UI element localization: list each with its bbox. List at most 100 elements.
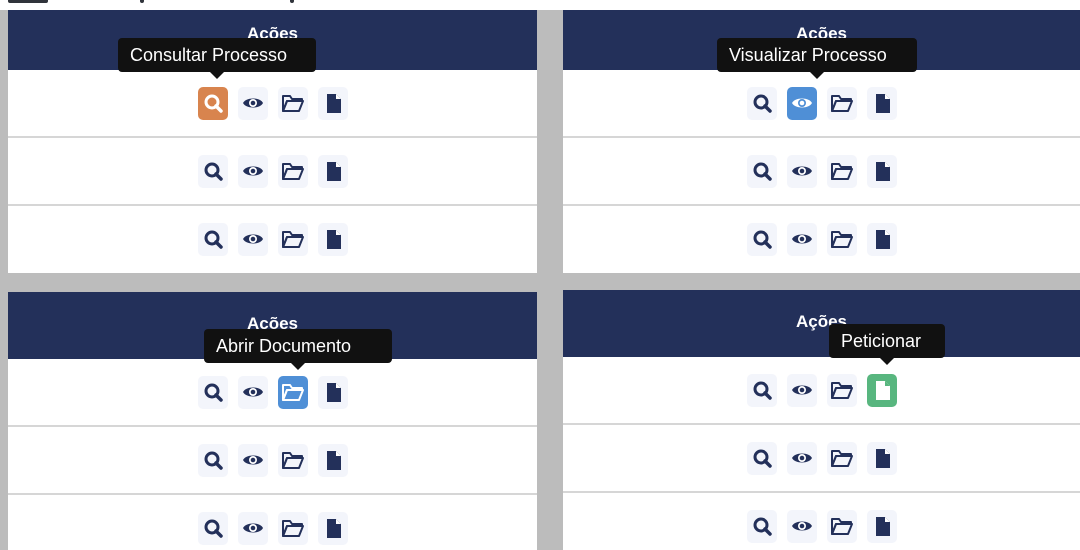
folder-open-icon: [830, 163, 853, 180]
peticionar-button[interactable]: [866, 510, 897, 543]
table-row: [563, 138, 1080, 206]
eye-icon: [791, 453, 812, 463]
tooltip: Peticionar: [829, 324, 945, 358]
table-row: [563, 70, 1080, 138]
table-row: [563, 357, 1080, 425]
peticionar-button[interactable]: [317, 444, 348, 477]
folder-open-icon: [830, 382, 853, 399]
peticionar-button[interactable]: [317, 155, 348, 188]
abrir-documento-button[interactable]: [277, 155, 308, 188]
eye-icon: [242, 234, 263, 244]
consultar-processo-button[interactable]: [746, 442, 777, 475]
search-icon: [753, 230, 772, 249]
table-row: [8, 206, 537, 273]
peticionar-button[interactable]: [866, 155, 897, 188]
tooltip: Consultar Processo: [118, 38, 316, 72]
consultar-processo-button[interactable]: [197, 512, 228, 545]
eye-icon: [242, 455, 263, 465]
peticionar-button[interactable]: [317, 376, 348, 409]
document-icon: [326, 383, 341, 402]
search-icon: [753, 162, 772, 181]
actions-column-header: Ações: [795, 312, 848, 331]
document-icon: [326, 451, 341, 470]
abrir-documento-button[interactable]: [826, 155, 857, 188]
peticionar-button[interactable]: [866, 87, 897, 120]
search-icon: [204, 94, 223, 113]
tooltip: Abrir Documento: [204, 329, 392, 363]
peticionar-button[interactable]: [317, 87, 348, 120]
consultar-processo-button[interactable]: [746, 155, 777, 188]
visualizar-processo-button[interactable]: [786, 155, 817, 188]
visualizar-processo-button[interactable]: [237, 444, 268, 477]
visualizar-processo-button[interactable]: [786, 374, 817, 407]
table-row: [8, 427, 537, 495]
consultar-processo-button[interactable]: [197, 87, 228, 120]
action-icons: [746, 155, 897, 188]
panel-header: Ações: [563, 290, 1080, 357]
folder-open-icon: [281, 163, 304, 180]
document-icon: [875, 94, 890, 113]
strip-mark-2: [140, 0, 144, 3]
document-icon: [326, 94, 341, 113]
document-icon: [326, 162, 341, 181]
action-icons: [197, 223, 348, 256]
eye-icon: [791, 98, 812, 108]
visualizar-processo-button[interactable]: [237, 155, 268, 188]
peticionar-button[interactable]: [317, 512, 348, 545]
peticionar-button[interactable]: [866, 442, 897, 475]
search-icon: [204, 230, 223, 249]
abrir-documento-button[interactable]: [826, 510, 857, 543]
abrir-documento-button[interactable]: [826, 374, 857, 407]
folder-open-icon: [281, 452, 304, 469]
consultar-processo-button[interactable]: [746, 374, 777, 407]
abrir-documento-button[interactable]: [277, 223, 308, 256]
consultar-processo-button[interactable]: [197, 444, 228, 477]
document-icon: [875, 449, 890, 468]
search-icon: [204, 519, 223, 538]
top-strip: [0, 0, 1080, 10]
abrir-documento-button[interactable]: [826, 223, 857, 256]
peticionar-button[interactable]: [317, 223, 348, 256]
search-icon: [204, 162, 223, 181]
peticionar-button[interactable]: [866, 374, 897, 407]
folder-open-icon: [830, 95, 853, 112]
document-icon: [875, 230, 890, 249]
search-icon: [753, 94, 772, 113]
folder-open-icon: [830, 450, 853, 467]
visualizar-processo-button[interactable]: [786, 223, 817, 256]
document-icon: [875, 162, 890, 181]
abrir-documento-button[interactable]: [826, 87, 857, 120]
abrir-documento-button[interactable]: [277, 444, 308, 477]
consultar-processo-button[interactable]: [197, 155, 228, 188]
search-icon: [753, 517, 772, 536]
consultar-processo-button[interactable]: [197, 376, 228, 409]
eye-icon: [791, 521, 812, 531]
consultar-processo-button[interactable]: [746, 223, 777, 256]
consultar-processo-button[interactable]: [746, 87, 777, 120]
action-icons: [746, 87, 897, 120]
eye-icon: [791, 166, 812, 176]
peticionar-button[interactable]: [866, 223, 897, 256]
strip-mark-1: [8, 0, 48, 3]
actions-panel-top-left: Ações Consultar Processo: [8, 10, 537, 273]
abrir-documento-button[interactable]: [277, 87, 308, 120]
eye-icon: [791, 234, 812, 244]
folder-open-icon: [830, 518, 853, 535]
eye-icon: [242, 387, 263, 397]
folder-open-icon: [281, 95, 304, 112]
visualizar-processo-button[interactable]: [237, 376, 268, 409]
eye-icon: [242, 98, 263, 108]
abrir-documento-button[interactable]: [277, 512, 308, 545]
visualizar-processo-button[interactable]: [786, 87, 817, 120]
action-icons: [197, 444, 348, 477]
abrir-documento-button[interactable]: [826, 442, 857, 475]
visualizar-processo-button[interactable]: [786, 510, 817, 543]
visualizar-processo-button[interactable]: [786, 442, 817, 475]
eye-icon: [242, 166, 263, 176]
abrir-documento-button[interactable]: [277, 376, 308, 409]
consultar-processo-button[interactable]: [746, 510, 777, 543]
visualizar-processo-button[interactable]: [237, 512, 268, 545]
visualizar-processo-button[interactable]: [237, 223, 268, 256]
visualizar-processo-button[interactable]: [237, 87, 268, 120]
consultar-processo-button[interactable]: [197, 223, 228, 256]
